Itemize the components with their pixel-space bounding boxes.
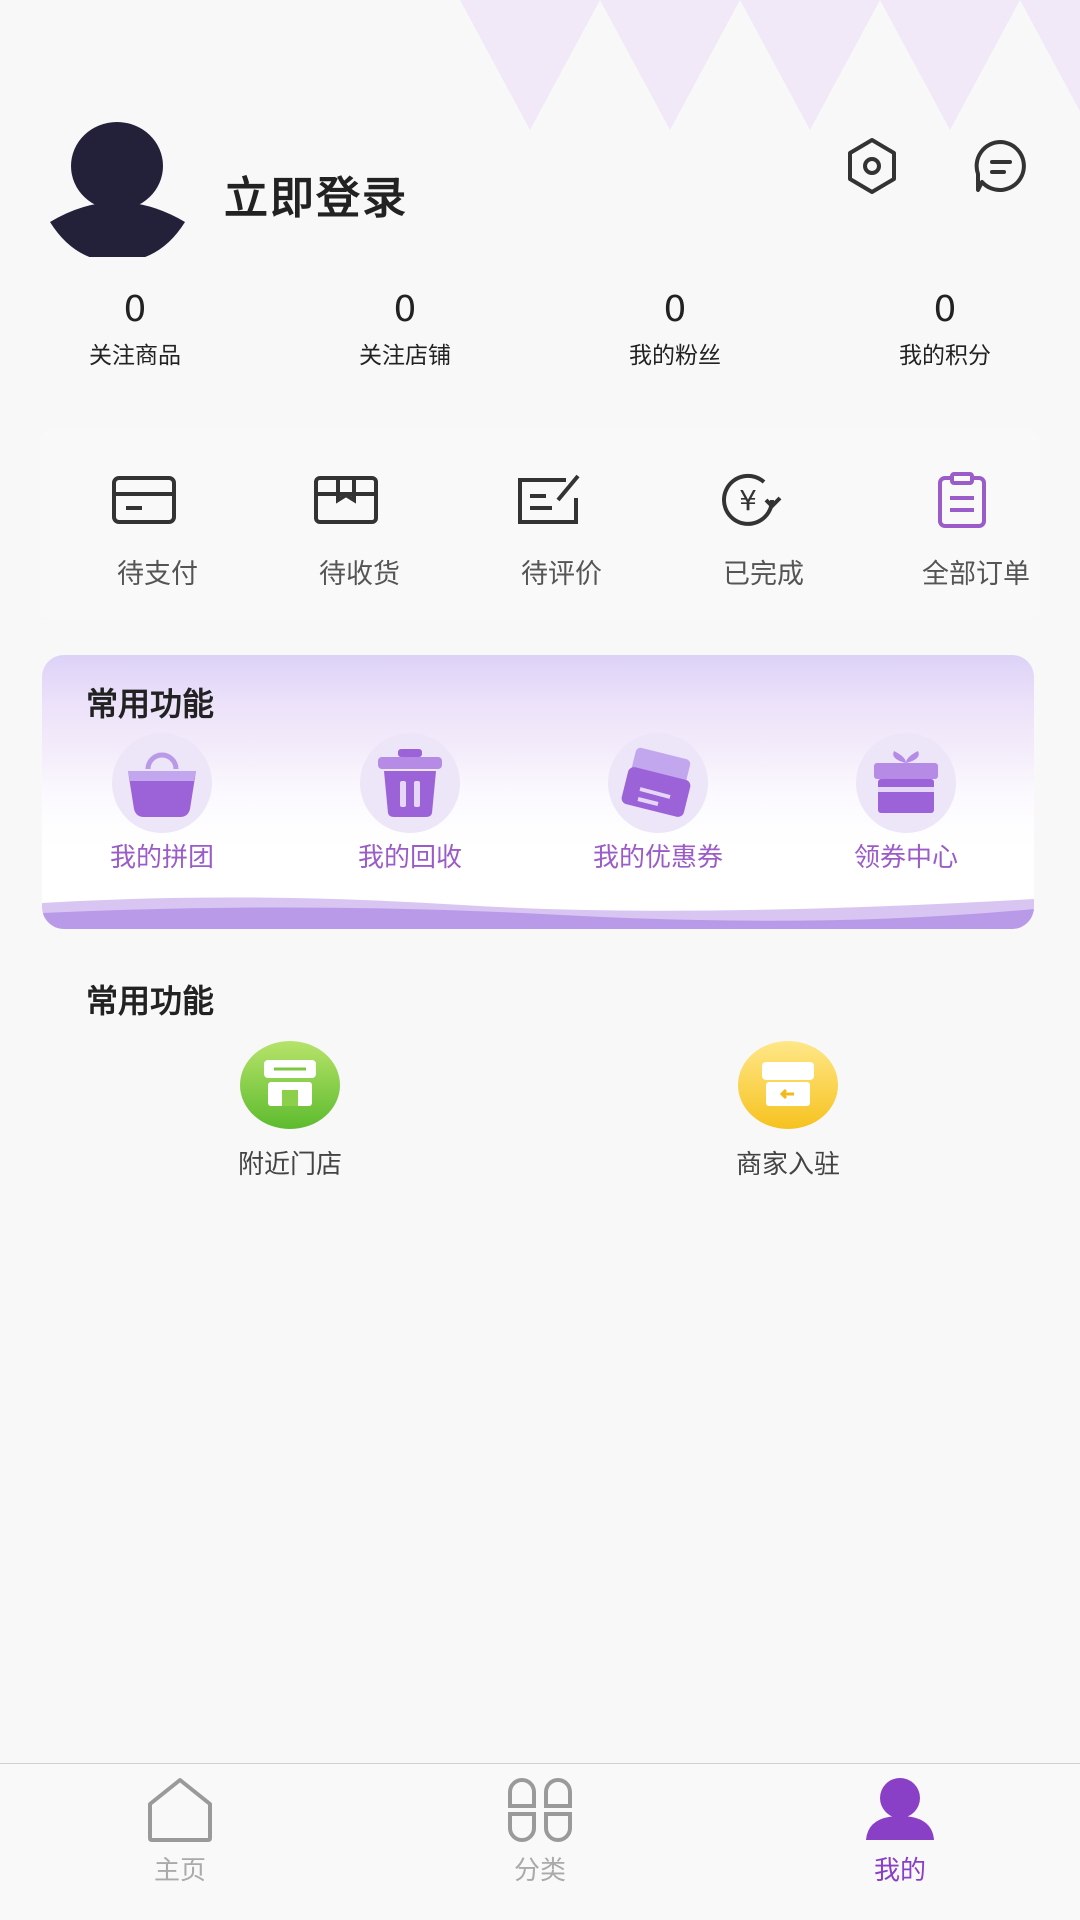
message-icon[interactable]: [968, 134, 1032, 198]
profile-header: 立即登录: [0, 110, 1080, 270]
func-nearby-stores[interactable]: 附近门店: [170, 1040, 410, 1181]
yen-refresh-icon: ¥: [722, 473, 782, 526]
func-my-coupons[interactable]: 我的优惠券: [538, 733, 778, 874]
func-label: 领券中心: [853, 843, 958, 873]
func-label: 商家入驻: [735, 1150, 840, 1180]
common-functions-section-2: 常用功能 附近门店 商家入驻: [42, 950, 1034, 1210]
func-label: 我的回收: [357, 843, 462, 873]
stats-row: 0 关注商品 0 关注店铺 0 我的粉丝 0 我的积分: [0, 290, 1080, 380]
order-completed[interactable]: ¥ 已完成: [706, 430, 826, 620]
stat-value: 0: [393, 289, 417, 330]
tab-home[interactable]: 主页: [120, 1776, 240, 1887]
func-my-group-buy[interactable]: 我的拼团: [42, 733, 282, 874]
stat-label: 关注店铺: [359, 343, 451, 369]
order-label: 待支付: [117, 559, 198, 590]
order-label: 待评价: [521, 559, 602, 590]
common-functions-card: 常用功能 我的拼团 我的回收 我的优惠券 领券中心: [42, 655, 1034, 929]
func-my-recycle[interactable]: 我的回收: [290, 733, 530, 874]
stat-label: 关注商品: [89, 343, 181, 369]
tab-category[interactable]: 分类: [480, 1776, 600, 1887]
func-label: 附近门店: [237, 1150, 342, 1180]
gift-icon: [856, 733, 956, 833]
green-store-icon: [240, 1041, 340, 1129]
order-pending-payment[interactable]: 待支付: [100, 430, 220, 620]
settings-icon[interactable]: [840, 134, 904, 198]
stat-followed-products[interactable]: 0 关注商品: [0, 290, 270, 380]
box-icon: [314, 476, 378, 524]
stat-label: 我的积分: [899, 343, 991, 369]
shopping-bag-icon: [112, 733, 212, 833]
stat-value: 0: [663, 289, 687, 330]
func-merchant-join[interactable]: 商家入驻: [668, 1040, 908, 1181]
stat-value: 0: [123, 289, 147, 330]
trash-bin-icon: [360, 733, 460, 833]
stat-followed-stores[interactable]: 0 关注店铺: [270, 290, 540, 380]
order-pending-review[interactable]: 待评价: [504, 430, 624, 620]
stat-label: 我的粉丝: [629, 343, 721, 369]
order-label: 全部订单: [922, 559, 1030, 590]
stat-points[interactable]: 0 我的积分: [810, 290, 1080, 380]
tab-label: 主页: [153, 1856, 206, 1886]
bottom-tab-bar: 主页 分类 我的: [0, 1763, 1080, 1920]
review-icon: [518, 474, 580, 524]
func-coupon-center[interactable]: 领券中心: [786, 733, 1026, 874]
section-title: 常用功能: [86, 685, 215, 723]
avatar[interactable]: [50, 122, 185, 257]
user-icon: [866, 1778, 934, 1840]
stat-value: 0: [933, 289, 957, 330]
func-label: 我的拼团: [109, 843, 214, 873]
login-link[interactable]: 立即登录: [224, 162, 408, 226]
coupon-icon: [608, 733, 708, 833]
func-label: 我的优惠券: [592, 843, 723, 873]
home-icon: [148, 1778, 212, 1842]
order-label: 已完成: [723, 559, 804, 590]
orders-panel: 待支付 待收货 待评价 ¥ 已完成 全部订单: [40, 430, 1040, 620]
order-pending-receipt[interactable]: 待收货: [302, 430, 422, 620]
category-icon: [508, 1778, 572, 1842]
card-icon: [112, 476, 176, 524]
card-wave-decoration: [42, 897, 1034, 929]
tab-label: 分类: [513, 1856, 566, 1886]
svg-text:¥: ¥: [739, 484, 757, 517]
stat-fans[interactable]: 0 我的粉丝: [540, 290, 810, 380]
tab-profile[interactable]: 我的: [840, 1776, 960, 1887]
tab-label: 我的: [873, 1856, 926, 1886]
order-all[interactable]: 全部订单: [886, 430, 1036, 620]
order-label: 待收货: [319, 559, 400, 590]
section-title: 常用功能: [86, 982, 215, 1020]
yellow-store-icon: [738, 1041, 838, 1129]
clipboard-icon: [938, 472, 986, 528]
